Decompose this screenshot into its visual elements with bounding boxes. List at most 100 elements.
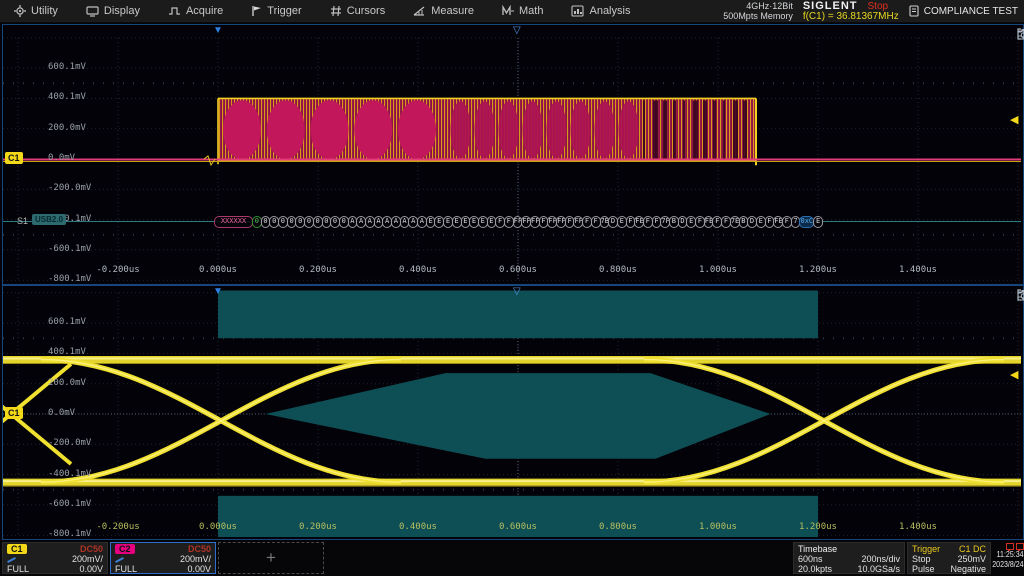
bus-protocol-badge[interactable]: USB2.0	[32, 214, 66, 225]
timebase-scale: 200ns/div	[861, 554, 900, 564]
y-axis-label: -800.1mV	[48, 274, 91, 284]
x-axis-label: -0.200us	[96, 265, 139, 275]
y-axis-label: -800.1mV	[48, 529, 91, 539]
probe-slope-icon	[115, 556, 125, 563]
trigger-level: 250mV	[957, 554, 986, 564]
trigger-position-marker[interactable]: ▼	[213, 287, 223, 297]
channel-badge-c1[interactable]: C1	[5, 407, 23, 419]
menu-acquire[interactable]: Acquire	[154, 0, 237, 22]
waveform-graph-eye[interactable]: 600.1mV400.1mV200.0mV0.0mV-200.0mV-400.1…	[2, 285, 1024, 540]
lan-icon	[1006, 543, 1014, 550]
timebase-box[interactable]: Timebase 600ns 200ns/div 20.0kpts 10.0GSa/…	[793, 542, 905, 574]
analysis-icon	[571, 5, 584, 17]
decode-value-box: 0xC	[799, 216, 814, 228]
x-axis-label: 0.400us	[399, 265, 437, 275]
x-axis-label: 0.200us	[299, 265, 337, 275]
channel-box-c2[interactable]: C2DC50 200mV/ FULL0.00V	[110, 542, 216, 574]
trigger-delay-marker[interactable]: ▽	[513, 287, 521, 297]
clock-date: 2023/8/24	[993, 560, 1024, 570]
y-axis-label: 200.0mV	[48, 123, 86, 133]
timebase-points: 20.0kpts	[798, 564, 832, 574]
menu-analysis-label: Analysis	[589, 5, 630, 17]
menu-utility[interactable]: Utility	[0, 0, 72, 22]
menu-utility-label: Utility	[31, 5, 58, 17]
menu-trigger[interactable]: Trigger	[237, 0, 315, 22]
menu-cursors[interactable]: Cursors	[316, 0, 400, 22]
math-icon	[502, 5, 514, 17]
channel-badge-c1[interactable]: C1	[5, 152, 23, 164]
timebase-window: 600ns	[798, 554, 823, 564]
speaker-icon[interactable]	[1017, 28, 1024, 40]
x-axis-label: 1.400us	[899, 522, 937, 532]
y-axis-label: 400.1mV	[48, 92, 86, 102]
memory-label: 500Mpts Memory	[723, 11, 793, 21]
lan-icon	[1016, 543, 1024, 550]
decode-value-box: XXXXXX	[214, 216, 253, 228]
x-axis-label: 0.800us	[599, 265, 637, 275]
add-channel-button[interactable]: +	[218, 542, 324, 574]
trigger-level-arrow[interactable]: ◀	[1010, 370, 1018, 381]
bandwidth-label: 4GHz·12Bit	[746, 1, 793, 11]
plus-icon: +	[266, 548, 276, 568]
oscilloscope-screen: Utility Display Acquire Trigger Cursors …	[0, 0, 1024, 576]
channel-box-c1[interactable]: C1DC50 200mV/ FULL0.00V	[2, 542, 108, 574]
cursors-icon	[330, 5, 342, 17]
trigger-position-marker[interactable]: ▼	[213, 26, 223, 36]
speaker-icon[interactable]	[1017, 289, 1024, 301]
y-axis-label: 200.0mV	[48, 378, 86, 388]
channel-name-badge: C2	[115, 544, 135, 554]
y-axis-label: -200.0mV	[48, 183, 91, 193]
x-axis-label: 1.200us	[799, 522, 837, 532]
network-status	[1006, 542, 1024, 550]
menu-math-label: Math	[519, 5, 543, 17]
compliance-icon	[909, 5, 919, 17]
trigger-source: C1 DC	[959, 544, 986, 554]
clock-time: 11:25:34	[997, 550, 1024, 560]
brand-logo: SIGLENT	[803, 1, 858, 11]
y-axis-label: 400.1mV	[48, 347, 86, 357]
timebase-title: Timebase	[798, 544, 837, 554]
y-axis-label: -600.1mV	[48, 244, 91, 254]
menu-bar: Utility Display Acquire Trigger Cursors …	[0, 0, 1024, 23]
trigger-level-arrow[interactable]: ◀	[1010, 115, 1018, 126]
compliance-test-button[interactable]: COMPLIANCE TEST	[909, 5, 1018, 17]
x-axis-label: 0.600us	[499, 522, 537, 532]
compliance-label: COMPLIANCE TEST	[924, 6, 1018, 17]
trigger-title: Trigger	[912, 544, 940, 554]
offset-label: 0.00V	[187, 564, 211, 574]
acquire-icon	[168, 5, 181, 17]
scale-label: 200mV/	[180, 554, 211, 564]
menu-cursors-label: Cursors	[347, 5, 386, 17]
menu-measure[interactable]: Measure	[399, 0, 488, 22]
y-axis-label: 600.1mV	[48, 62, 86, 72]
trigger-delay-marker[interactable]: ▽	[513, 26, 521, 36]
coupling-label: DC50	[80, 544, 103, 554]
trigger-box[interactable]: TriggerC1 DC Stop250mV PulseNegative	[907, 542, 991, 574]
x-axis-label: 1.200us	[799, 265, 837, 275]
gear-icon	[14, 5, 26, 17]
x-axis-label: 0.000us	[199, 522, 237, 532]
measure-icon	[413, 5, 426, 17]
bus-label: S1	[17, 216, 28, 226]
acquisition-status: Stop	[868, 2, 889, 12]
display-icon	[86, 5, 99, 17]
x-axis-label: -0.200us	[96, 522, 139, 532]
status-bar: C1DC50 200mV/ FULL0.00V C2 DC50 200mV/ FU…	[0, 541, 1024, 576]
x-axis-label: 1.000us	[699, 522, 737, 532]
y-axis-label: -600.1mV	[48, 499, 91, 509]
bandwidth-limit-label: FULL	[115, 564, 137, 574]
menu-display[interactable]: Display	[72, 0, 154, 22]
menu-math[interactable]: Math	[488, 0, 557, 22]
flag-icon	[251, 5, 262, 17]
x-axis-label: 0.600us	[499, 265, 537, 275]
brand-block: SIGLENT Stop f(C1) = 36.81367MHz	[803, 1, 899, 22]
decode-value-box: E	[813, 216, 823, 228]
y-axis-label: -200.0mV	[48, 438, 91, 448]
trigger-slope: Negative	[950, 564, 986, 574]
sample-rate: 10.0GSa/s	[857, 564, 900, 574]
x-axis-label: 0.800us	[599, 522, 637, 532]
menu-measure-label: Measure	[431, 5, 474, 17]
waveform-graph-packet[interactable]: 600.1mV400.1mV200.0mV0.0mV-200.0mV-400.1…	[2, 24, 1024, 285]
menu-analysis[interactable]: Analysis	[557, 0, 644, 22]
menu-trigger-label: Trigger	[267, 5, 301, 17]
